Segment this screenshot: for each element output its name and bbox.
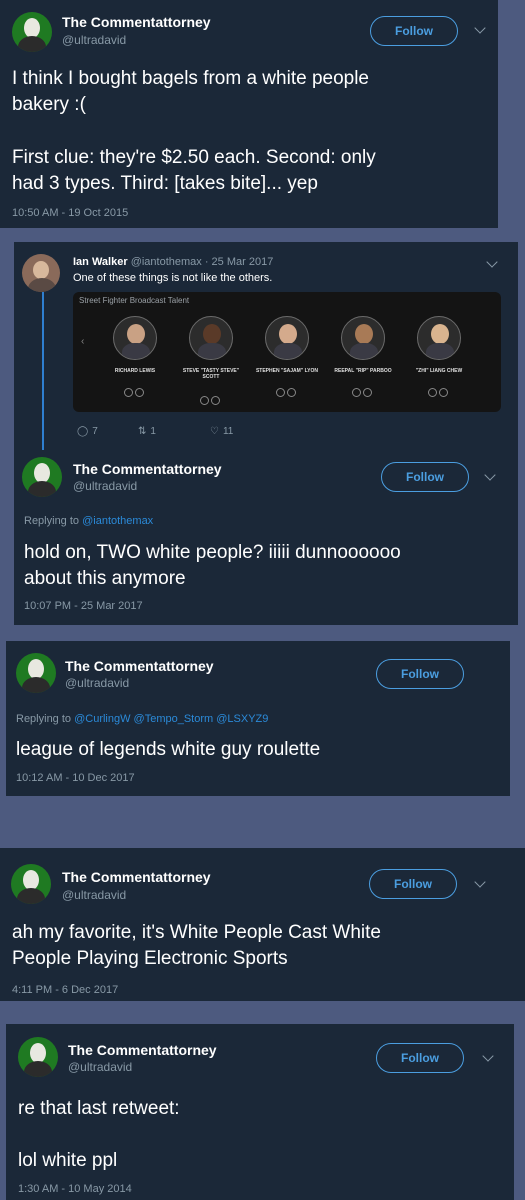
quoted-handle-date[interactable]: @iantothemax · 25 Mar 2017	[131, 256, 274, 268]
follow-button[interactable]: Follow	[369, 869, 457, 899]
caster-social-icons	[352, 384, 376, 397]
replying-to-link[interactable]: @iantothemax	[82, 515, 153, 527]
caster-photo	[341, 316, 385, 360]
tweet-text-line: lol white ppl	[18, 1150, 118, 1171]
replying-to: Replying to @iantothemax	[24, 515, 153, 527]
caster-social-icons	[428, 384, 452, 397]
thread-line	[42, 292, 44, 450]
caster-photo	[189, 316, 233, 360]
follow-button[interactable]: Follow	[370, 16, 458, 46]
display-name[interactable]: The Commentattorney	[62, 14, 211, 30]
tweet-timestamp[interactable]: 4:11 PM - 6 Dec 2017	[12, 984, 118, 996]
chevron-down-icon[interactable]	[474, 22, 486, 34]
tweet-text-line: league of legends white guy roulette	[16, 739, 321, 760]
avatar[interactable]	[18, 1037, 58, 1077]
retweet-action[interactable]: ⇅ 1	[138, 426, 156, 437]
chevron-down-icon[interactable]	[474, 876, 486, 888]
tweet-card-last-retweet: The Commentattorney @ultradavid Follow r…	[6, 1024, 514, 1200]
caster-photo	[417, 316, 461, 360]
avatar[interactable]	[16, 653, 56, 693]
display-name[interactable]: The Commentattorney	[65, 658, 214, 674]
media-image[interactable]: Street Fighter Broadcast Talent ‹ RICHAR…	[73, 292, 501, 412]
tweet-timestamp[interactable]: 10:50 AM - 19 Oct 2015	[12, 207, 128, 219]
caster-social-icons	[200, 392, 224, 405]
tweet-timestamp[interactable]: 10:07 PM - 25 Mar 2017	[24, 600, 143, 612]
quoted-display-name[interactable]: Ian Walker	[73, 256, 128, 268]
follow-button[interactable]: Follow	[376, 1043, 464, 1073]
caster-social-icons	[276, 384, 300, 397]
tweet-timestamp[interactable]: 1:30 AM - 10 May 2014	[18, 1183, 132, 1195]
replying-to-link[interactable]: @CurlingW @Tempo_Storm @LSXYZ9	[74, 713, 268, 725]
tweet-card-white-people-cast: The Commentattorney @ultradavid Follow a…	[0, 848, 525, 1001]
caster-name: STEVE "TASTY STEVE" SCOTT	[182, 368, 240, 380]
tweet-text-line: I think I bought bagels from a white peo…	[12, 68, 370, 89]
display-name[interactable]: The Commentattorney	[73, 461, 222, 477]
tweet-text-line: People Playing Electronic Sports	[12, 948, 288, 969]
quoted-avatar[interactable]	[22, 254, 60, 292]
follow-button[interactable]: Follow	[376, 659, 464, 689]
avatar[interactable]	[11, 864, 51, 904]
tweet-text-line: First clue: they're $2.50 each. Second: …	[12, 147, 376, 168]
retweet-count: 1	[150, 426, 156, 437]
chevron-down-icon[interactable]	[484, 469, 496, 481]
username[interactable]: @ultradavid	[68, 1060, 132, 1074]
caster-name: RICHARD LEWIS	[114, 368, 156, 374]
tweet-text-line: had 3 types. Third: [takes bite]... yep	[12, 173, 318, 194]
like-count: 11	[222, 426, 234, 437]
display-name[interactable]: The Commentattorney	[68, 1042, 217, 1058]
media-title: Street Fighter Broadcast Talent	[79, 296, 190, 305]
reply-action[interactable]: ◯ 7	[77, 426, 98, 437]
chevron-down-icon[interactable]	[486, 256, 498, 268]
follow-button[interactable]: Follow	[381, 462, 469, 492]
retweet-icon: ⇅	[138, 426, 147, 437]
caster-photo	[113, 316, 157, 360]
reply-count: 7	[92, 426, 98, 437]
tweet-timestamp[interactable]: 10:12 AM - 10 Dec 2017	[16, 772, 135, 784]
caster-name: "ZHI" LIANG CHEW	[415, 368, 463, 374]
tweet-card-lol-roulette: The Commentattorney @ultradavid Follow R…	[6, 641, 510, 796]
reply-icon: ◯	[77, 426, 89, 437]
caster-photo	[265, 316, 309, 360]
heart-icon: ♡	[210, 426, 219, 437]
quoted-author[interactable]: Ian Walker @iantothemax · 25 Mar 2017	[73, 256, 273, 268]
tweet-text-line: re that last retweet:	[18, 1098, 180, 1119]
username[interactable]: @ultradavid	[65, 676, 129, 690]
avatar[interactable]	[12, 12, 52, 52]
chevron-left-icon: ‹	[81, 336, 85, 347]
chevron-down-icon[interactable]	[482, 1050, 494, 1062]
avatar[interactable]	[22, 457, 62, 497]
replying-prefix: Replying to	[24, 515, 83, 527]
display-name[interactable]: The Commentattorney	[62, 869, 211, 885]
tweet-text-line: hold on, TWO white people? iiiii dunnooo…	[24, 542, 401, 563]
caster-social-icons	[124, 384, 148, 397]
username[interactable]: @ultradavid	[73, 479, 137, 493]
quoted-tweet-text: One of these things is not like the othe…	[73, 272, 273, 284]
username[interactable]: @ultradavid	[62, 888, 126, 902]
tweet-text-line: about this anymore	[24, 568, 186, 589]
caster-name: REEPAL "RIP" PARBOO	[334, 368, 392, 374]
tweet-card-bagels: The Commentattorney @ultradavid Follow I…	[0, 0, 498, 228]
tweet-card-thread: Ian Walker @iantothemax · 25 Mar 2017 On…	[14, 242, 518, 625]
caster-name: STEPHEN "SAJAM" LYON	[255, 368, 319, 374]
replying-prefix: Replying to	[16, 713, 75, 725]
like-action[interactable]: ♡ 11	[210, 426, 233, 437]
replying-to: Replying to @CurlingW @Tempo_Storm @LSXY…	[16, 713, 268, 725]
tweet-text-line: ah my favorite, it's White People Cast W…	[12, 922, 381, 943]
tweet-text-line: bakery :(	[12, 94, 86, 115]
username[interactable]: @ultradavid	[62, 33, 126, 47]
